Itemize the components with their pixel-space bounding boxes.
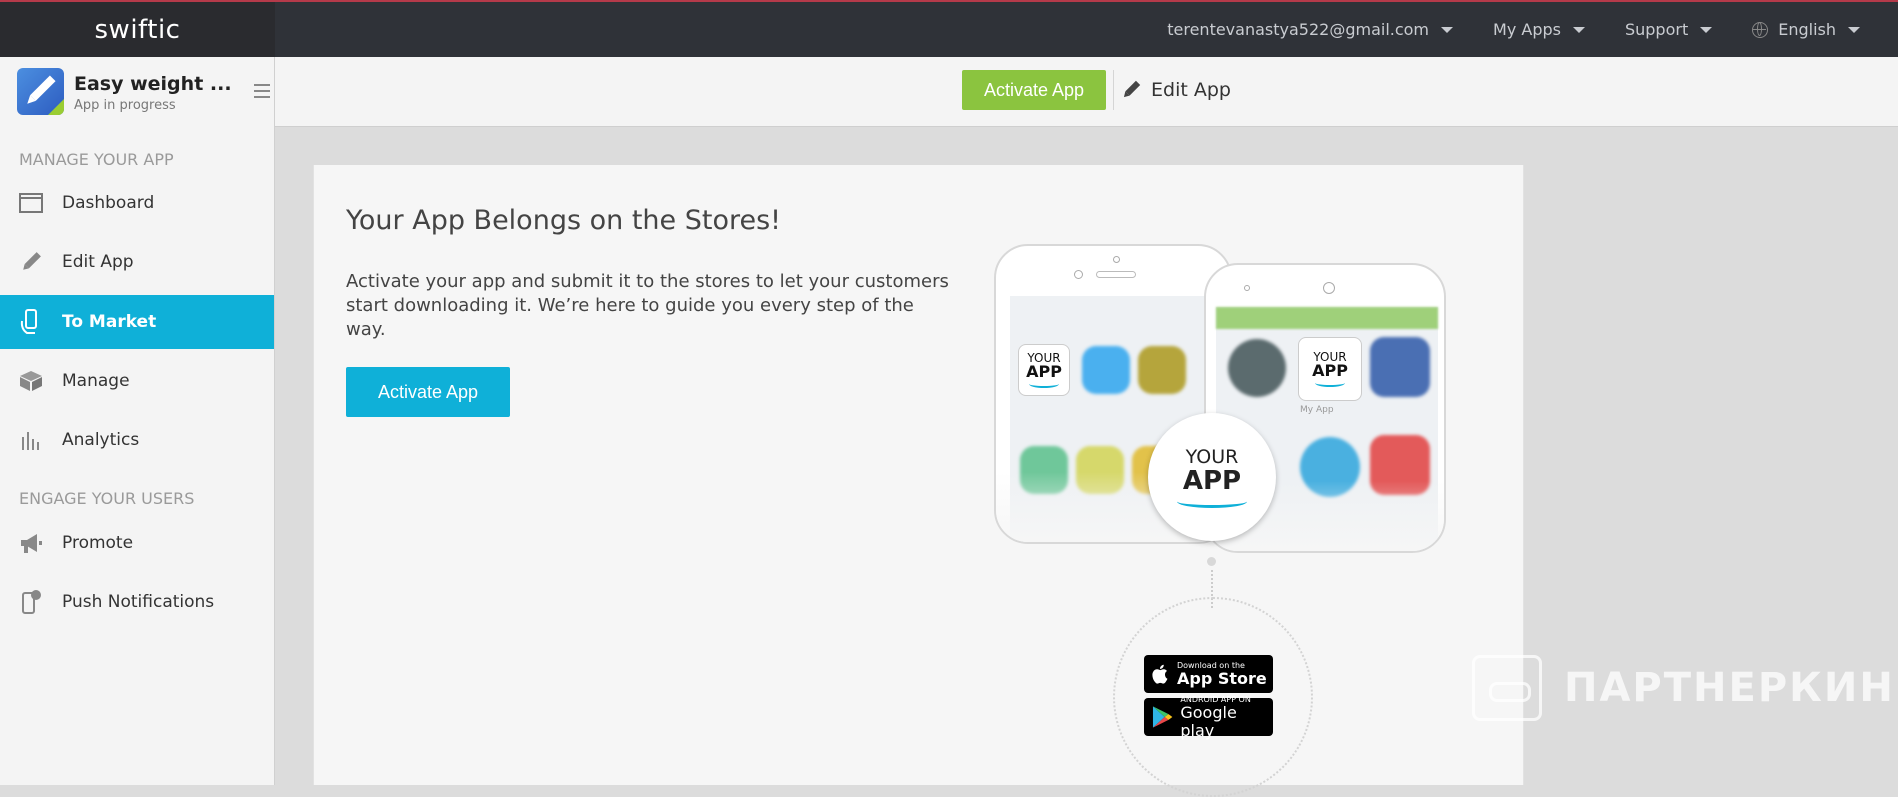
globe-icon	[1752, 21, 1769, 38]
your-app-tile: YOUR APP	[1298, 337, 1362, 401]
support-label: Support	[1624, 20, 1689, 39]
support-menu[interactable]: Support	[1624, 20, 1713, 39]
sidebar-item-label: Promote	[62, 533, 134, 553]
language-label: English	[1778, 20, 1836, 39]
sidebar-item-manage[interactable]: Manage	[0, 354, 274, 408]
google-play-text: ANDROID APP ON Google play	[1180, 695, 1273, 740]
swoosh-icon	[1029, 380, 1059, 388]
sidebar: Easy weight ... App in progress MANAGE Y…	[0, 57, 275, 785]
speaker-icon	[1096, 271, 1136, 278]
app-header: Easy weight ... App in progress	[0, 57, 274, 127]
box-icon	[19, 369, 43, 393]
sidebar-item-label: Analytics	[62, 430, 140, 450]
edit-app-label: Edit App	[1151, 79, 1231, 101]
account-email: terentevanastya522@gmail.com	[1167, 20, 1430, 39]
divider	[1113, 70, 1114, 110]
activate-app-button[interactable]: Activate App	[346, 367, 510, 417]
phone-notification-icon	[19, 590, 43, 614]
your-app-badge: YOUR APP	[1148, 413, 1276, 541]
swoosh-icon	[1177, 495, 1247, 508]
sidebar-item-label: Manage	[62, 371, 130, 391]
sidebar-item-label: To Market	[62, 312, 157, 332]
megaphone-icon	[19, 531, 43, 555]
dashboard-icon	[19, 191, 43, 215]
tile-text-app: APP	[1312, 361, 1348, 380]
edit-app-link[interactable]: Edit App	[1121, 70, 1231, 110]
my-apps-menu[interactable]: My Apps	[1493, 20, 1585, 39]
account-menu[interactable]: terentevanastya522@gmail.com	[1167, 20, 1454, 39]
chat-bubble-icon	[1472, 655, 1542, 721]
badge-text-app: APP	[1182, 465, 1242, 496]
sidebar-item-to-market[interactable]: To Market	[0, 295, 274, 349]
sensor-icon	[1113, 256, 1120, 263]
sidebar-item-label: Edit App	[62, 252, 134, 272]
sidebar-item-promote[interactable]: Promote	[0, 516, 274, 570]
activate-app-button-top[interactable]: Activate App	[962, 70, 1106, 110]
swiftic-logo[interactable]: swiftic	[0, 2, 275, 57]
tile-text-app: APP	[1026, 362, 1062, 381]
badge-text-your: YOUR	[1185, 445, 1239, 468]
chevron-down-icon	[1848, 26, 1860, 33]
pencil-icon	[1123, 80, 1141, 98]
app-icon	[17, 68, 64, 115]
app-store-big: App Store	[1177, 668, 1267, 688]
chevron-down-icon	[1441, 26, 1454, 33]
my-apps-label: My Apps	[1493, 20, 1561, 39]
sidebar-item-edit-app[interactable]: Edit App	[0, 235, 274, 289]
intro-text: Activate your app and submit it to the s…	[346, 271, 949, 340]
page-title: Your App Belongs on the Stores!	[346, 205, 781, 236]
camera-icon	[1074, 270, 1083, 279]
sidebar-item-label: Dashboard	[62, 193, 155, 213]
chevron-down-icon	[1572, 26, 1585, 33]
to-market-card: Your App Belongs on the Stores! Activate…	[313, 165, 1524, 797]
section-manage-your-app: MANAGE YOUR APP	[19, 150, 174, 169]
section-engage-your-users: ENGAGE YOUR USERS	[19, 489, 195, 508]
watermark-text: ПАРТНЕРКИН	[1564, 665, 1895, 711]
your-app-tile-small: YOUR APP	[1018, 344, 1070, 396]
top-bar: swiftic terentevanastya522@gmail.com My …	[0, 0, 1898, 57]
my-app-label: My App	[1300, 405, 1334, 415]
sidebar-item-analytics[interactable]: Analytics	[0, 413, 274, 467]
language-menu[interactable]: English	[1752, 20, 1860, 39]
pencil-icon	[19, 250, 43, 274]
sidebar-item-dashboard[interactable]: Dashboard	[0, 176, 274, 230]
chevron-down-icon	[1700, 26, 1713, 33]
connector-dot	[1207, 557, 1216, 566]
apple-icon	[1152, 664, 1168, 684]
app-name: Easy weight ...	[74, 73, 232, 95]
hamburger-icon[interactable]	[254, 84, 270, 98]
app-store-text: Download on the App Store	[1177, 661, 1267, 688]
bar-chart-icon	[19, 428, 43, 452]
swoosh-icon	[1315, 379, 1345, 387]
google-play-badge[interactable]: ANDROID APP ON Google play	[1144, 695, 1273, 739]
watermark: ПАРТНЕРКИН	[1472, 655, 1895, 721]
sub-header: Activate App Edit App	[275, 57, 1898, 127]
phone-hand-icon	[19, 309, 43, 334]
camera-icon	[1323, 282, 1335, 294]
sensor-icon	[1244, 285, 1250, 291]
sidebar-item-push-notifications[interactable]: Push Notifications	[0, 575, 274, 629]
app-status: App in progress	[74, 98, 176, 113]
top-nav: terentevanastya522@gmail.com My Apps Sup…	[1167, 2, 1898, 57]
google-play-icon	[1152, 706, 1173, 728]
google-play-big: Google play	[1180, 702, 1237, 740]
app-store-badge[interactable]: Download on the App Store	[1144, 655, 1273, 693]
sidebar-item-label: Push Notifications	[62, 592, 215, 612]
